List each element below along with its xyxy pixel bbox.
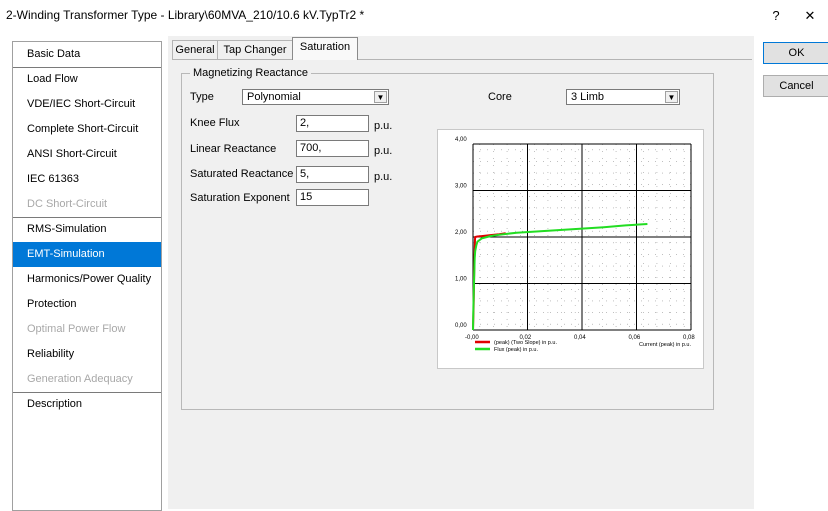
y-tick-label: 0,00 [455, 323, 467, 329]
chevron-down-icon[interactable]: ▼ [374, 91, 387, 103]
saturated-reactance-unit: p.u. [374, 171, 393, 183]
sidebar-item-harmonics-power-quality[interactable]: Harmonics/Power Quality [13, 267, 161, 292]
window-title: 2-Winding Transformer Type - Library\60M… [6, 8, 365, 22]
linear-reactance-unit: p.u. [374, 145, 393, 157]
sidebar-item-complete-short-circuit[interactable]: Complete Short-Circuit [13, 117, 161, 142]
sidebar-item-reliability[interactable]: Reliability [13, 342, 161, 367]
y-tick-label: 2,00 [455, 230, 467, 236]
title-bar: 2-Winding Transformer Type - Library\60M… [0, 0, 828, 34]
linear-reactance-field[interactable]: 700, [296, 140, 369, 157]
saturation-exponent-field[interactable]: 15 [296, 189, 369, 206]
tab-general[interactable]: General [172, 40, 218, 59]
core-select[interactable]: 3 Limb ▼ [566, 89, 680, 105]
legend-label: Flux (peak) in p.u. [494, 347, 538, 353]
sidebar-item-iec-61363[interactable]: IEC 61363 [13, 167, 161, 192]
saturated-reactance-field[interactable]: 5, [296, 166, 369, 183]
sidebar-item-protection[interactable]: Protection [13, 292, 161, 317]
type-select-value: Polynomial [247, 91, 301, 103]
sidebar-item-optimal-power-flow: Optimal Power Flow [27, 323, 126, 335]
close-icon[interactable]: ✕ [800, 7, 820, 25]
core-select-value: 3 Limb [571, 91, 605, 103]
knee-flux-field[interactable]: 2, [296, 115, 369, 132]
saturation-exponent-label: Saturation Exponent [190, 192, 290, 204]
sidebar-item-basic-data[interactable]: Basic Data [13, 42, 161, 67]
sidebar-item-rms-simulation[interactable]: RMS-Simulation [13, 217, 161, 242]
sidebar-item-load-flow[interactable]: Load Flow [13, 67, 161, 92]
saturation-chart: 0,00 1,00 2,00 3,00 4,00 -0,00 0,02 0,04 0,06 0,0… [437, 129, 704, 369]
sidebar-item-description[interactable]: Description [13, 392, 161, 417]
help-icon[interactable]: ? [766, 7, 786, 25]
core-label: Core [488, 91, 512, 103]
knee-flux-unit: p.u. [374, 120, 393, 132]
sidebar-item-dc-short-circuit: DC Short-Circuit [27, 198, 108, 210]
tab-strip-line [172, 59, 752, 60]
x-tick-label: 0,08 [683, 335, 695, 341]
saturated-reactance-label: Saturated Reactance [190, 168, 294, 180]
sidebar-item-ansi-short-circuit[interactable]: ANSI Short-Circuit [13, 142, 161, 167]
y-tick-label: 3,00 [455, 184, 467, 190]
y-tick-label: 4,00 [455, 137, 467, 143]
group-title: Magnetizing Reactance [190, 67, 311, 79]
saturation-chart-svg: 0,001,002,003,004,00-0,00 0,02 0,04 0,06 0,0… [455, 137, 695, 353]
cancel-button[interactable]: Cancel [763, 75, 828, 97]
x-tick-label: -0,00 [465, 335, 479, 341]
x-tick-label: 0,04 [574, 335, 586, 341]
series-line [472, 223, 648, 331]
tab-tap-changer[interactable]: Tap Changer [217, 40, 293, 59]
knee-flux-label: Knee Flux [190, 117, 240, 129]
sidebar: Basic Data Load Flow VDE/IEC Short-Circu… [12, 41, 162, 511]
y-tick-label: 1,00 [455, 277, 467, 283]
x-axis-label: Current (peak) in p.u. [639, 342, 691, 348]
sidebar-item-generation-adequacy: Generation Adequacy [27, 373, 133, 385]
sidebar-item-vde-iec-short-circuit[interactable]: VDE/IEC Short-Circuit [13, 92, 161, 117]
type-select[interactable]: Polynomial ▼ [242, 89, 389, 105]
linear-reactance-label: Linear Reactance [190, 143, 277, 155]
type-label: Type [190, 91, 214, 103]
chevron-down-icon[interactable]: ▼ [665, 91, 678, 103]
ok-button[interactable]: OK [763, 42, 828, 64]
legend-label: (peak) (Two Slope) in p.u. [494, 340, 557, 346]
tab-saturation[interactable]: Saturation [292, 37, 358, 60]
sidebar-item-emt-simulation[interactable]: EMT-Simulation [13, 242, 161, 267]
series-line [472, 232, 506, 331]
x-tick-label: 0,06 [629, 335, 641, 341]
